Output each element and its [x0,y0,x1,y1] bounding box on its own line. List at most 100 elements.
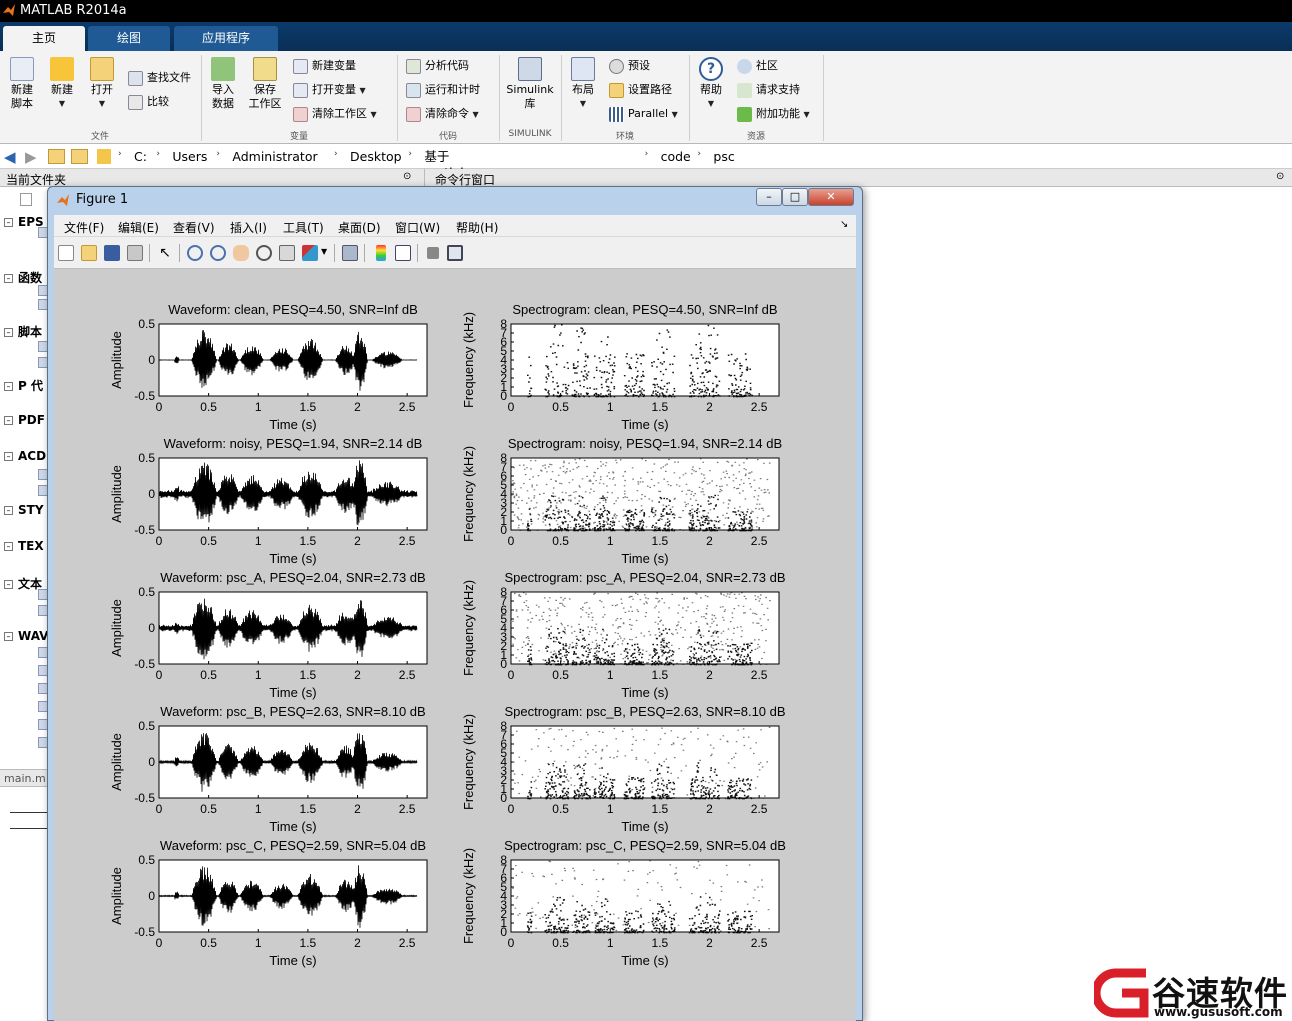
zoom-out-icon[interactable] [210,245,226,261]
figure-menu-item[interactable]: 桌面(D) [338,219,381,236]
new-figure-icon[interactable] [58,245,74,261]
link-plot-icon[interactable] [342,245,358,261]
folder-group[interactable]: – 函数 [4,269,42,286]
clear-workspace-button[interactable]: 清除工作区 ▼ [293,105,377,123]
breadcrumb-item[interactable]: Administrator [232,149,317,165]
collapse-icon[interactable]: – [4,632,13,641]
new-script-button[interactable]: 新建 脚本 [4,57,40,111]
folder-group[interactable]: – 文本 [4,575,42,592]
x-tick-label: 1.5 [652,534,669,548]
breadcrumb-separator[interactable]: › [697,149,701,159]
save-icon[interactable] [104,245,120,261]
figure-window[interactable]: Figure 1 – □ ✕ ↘ 文件(F) 编辑(E) 查看(V) 插入(I) 工具(… [47,186,863,1021]
help-button[interactable]: ? 帮助 ▼ [694,57,728,111]
pan-hand-icon[interactable] [233,245,249,261]
colorbar-icon[interactable] [376,245,386,261]
folder-group[interactable]: – P 代 [4,377,43,394]
legend-icon[interactable] [395,245,411,261]
command-window-menu-icon[interactable]: ⊙ [1276,171,1284,182]
collapse-icon[interactable]: – [4,218,13,227]
breadcrumb-separator[interactable]: › [156,149,160,159]
clear-commands-button[interactable]: 清除命令 ▼ [406,105,479,123]
tab-home[interactable]: 主页 [3,26,85,51]
maximize-button[interactable]: □ [782,188,808,206]
back-arrow-icon[interactable]: ◀ [4,148,16,166]
add-ons-button[interactable]: 附加功能 ▼ [737,105,810,123]
figure-menu-item[interactable]: 文件(F) [64,219,104,236]
current-folder-menu-icon[interactable]: ⊙ [403,171,411,182]
save-workspace-button[interactable]: 保存 工作区 [245,57,285,111]
breadcrumb-item[interactable]: C: [134,149,147,165]
breadcrumb-item[interactable]: code [661,149,691,165]
figure-title-bar[interactable]: Figure 1 – □ ✕ [48,187,862,213]
figure-menu-item[interactable]: 编辑(E) [118,219,159,236]
folder-group[interactable]: – STY [4,503,44,517]
parallel-button[interactable]: Parallel ▼ [609,105,678,123]
figure-menu-item[interactable]: 查看(V) [173,219,215,236]
new-variable-button[interactable]: 新建变量 [293,57,356,75]
breadcrumb-item[interactable]: Users [172,149,207,165]
compare-button[interactable]: 比较 [128,93,169,111]
collapse-icon[interactable]: – [4,452,13,461]
folder-group[interactable]: – TEX [4,539,44,553]
tab-plots[interactable]: 绘图 [88,26,170,51]
browse-folder-icon[interactable] [71,149,88,164]
folder-group[interactable]: – 脚本 [4,323,42,340]
dock-arrow-icon[interactable]: ↘ [840,219,848,230]
breadcrumb-item[interactable]: psc [713,149,734,165]
new-button[interactable]: 新建 ▼ [45,57,79,111]
folder-group[interactable]: – ACD [4,449,46,463]
x-tick-label: 2 [354,936,361,950]
breadcrumb-separator[interactable]: › [334,149,338,159]
folder-group[interactable]: – PDF [4,413,45,427]
request-support-button[interactable]: 请求支持 [737,81,800,99]
folder-group[interactable]: – WAV [4,629,48,643]
brush-icon[interactable] [302,245,318,261]
collapse-icon[interactable]: – [4,580,13,589]
show-plot-tools-icon[interactable] [447,245,463,261]
breadcrumb-item[interactable]: 基于matlab编程相位谱补偿源码程序 [424,149,468,244]
analyze-code-button[interactable]: 分析代码 [406,57,469,75]
set-path-button[interactable]: 设置路径 [609,81,672,99]
figure-menu-item[interactable]: 插入(I) [230,219,267,236]
print-icon[interactable] [127,245,143,261]
collapse-icon[interactable]: – [4,328,13,337]
x-tick-label: 0 [508,534,515,548]
figure-menu-item[interactable]: 帮助(H) [456,219,498,236]
data-cursor-icon[interactable] [279,245,295,261]
figure-menu-item[interactable]: 窗口(W) [395,219,440,236]
collapse-icon[interactable]: – [4,382,13,391]
open-file-icon[interactable] [81,245,97,261]
select-arrow-icon[interactable]: ↖ [157,245,173,261]
forward-arrow-icon[interactable]: ▶ [25,148,37,166]
import-data-button[interactable]: 导入 数据 [206,57,240,111]
collapse-icon[interactable]: – [4,542,13,551]
breadcrumb-item[interactable]: Desktop [350,149,402,165]
breadcrumb-separator[interactable]: › [408,149,412,159]
hide-plot-tools-icon[interactable] [427,247,439,259]
breadcrumb-separator[interactable]: › [645,149,649,159]
section-variable-label: 变量 [289,132,308,142]
figure-menu-item[interactable]: 工具(T) [283,219,324,236]
collapse-icon[interactable]: – [4,506,13,515]
community-button[interactable]: 社区 [737,57,778,75]
find-files-button[interactable]: 查找文件 [128,69,191,87]
up-folder-icon[interactable] [48,149,65,164]
minimize-button[interactable]: – [756,188,782,206]
close-button[interactable]: ✕ [808,188,854,206]
x-tick-label: 2 [354,400,361,414]
layout-button[interactable]: 布局 ▼ [566,57,600,111]
rotate-3d-icon[interactable] [256,245,272,261]
tab-apps[interactable]: 应用程序 [174,26,278,51]
open-variable-button[interactable]: 打开变量 ▼ [293,81,366,99]
run-and-time-button[interactable]: 运行和计时 [406,81,480,99]
zoom-in-icon[interactable] [187,245,203,261]
brush-dropdown-icon[interactable]: ▼ [321,247,327,256]
open-button[interactable]: 打开 ▼ [85,57,119,111]
simulink-library-button[interactable]: Simulink 库 [503,57,557,111]
breadcrumb-separator[interactable]: › [216,149,220,159]
breadcrumb-separator[interactable]: › [118,149,122,159]
preferences-button[interactable]: 预设 [609,57,650,75]
collapse-icon[interactable]: – [4,416,13,425]
collapse-icon[interactable]: – [4,274,13,283]
